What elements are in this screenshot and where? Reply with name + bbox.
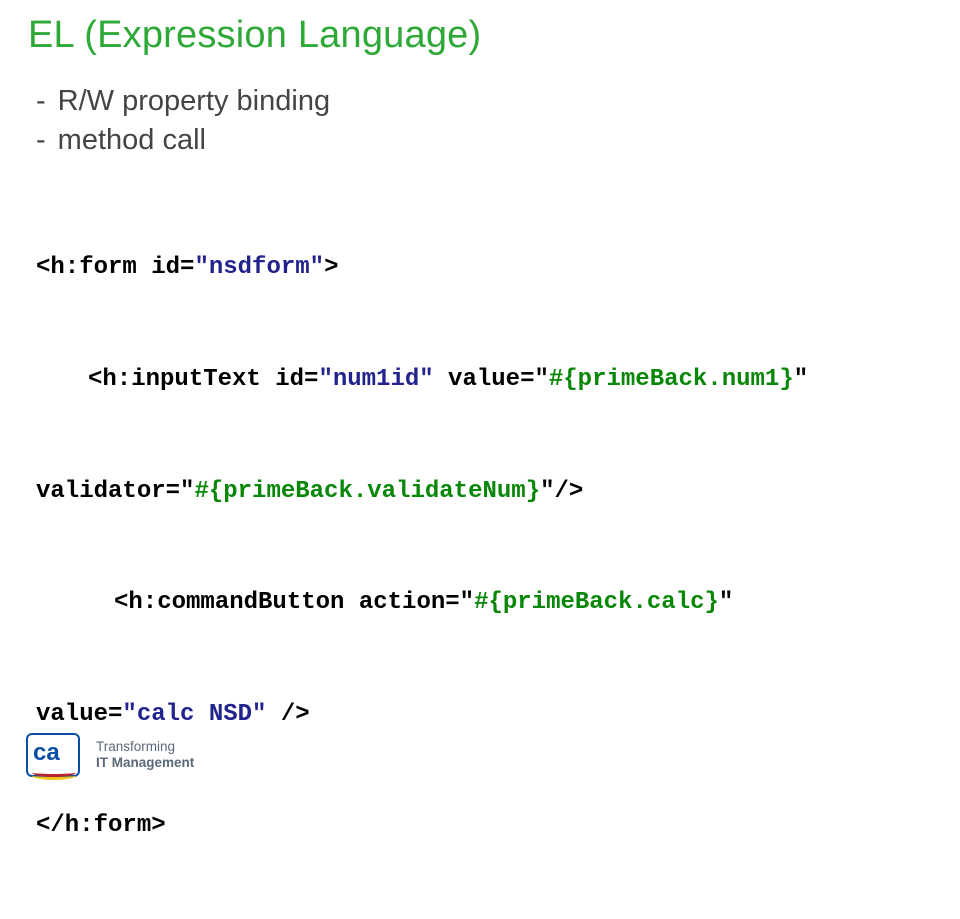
footer-tagline: Transforming IT Management	[96, 739, 194, 771]
logo-text: ca	[33, 741, 60, 765]
code-keyword: <h:commandButton action="	[114, 589, 474, 616]
bullet-2-text: method call	[58, 124, 206, 157]
tagline-line-1: Transforming	[96, 739, 194, 755]
bullet-2: - method call	[36, 124, 932, 157]
code-line-4: <h:commandButton action="#{primeBack.cal…	[36, 584, 932, 621]
bullet-dash-icon: -	[36, 85, 46, 118]
logo-swoosh-icon	[32, 766, 76, 776]
code-el-expression: #{primeBack.num1}	[549, 366, 794, 393]
code-text: validator="	[36, 478, 194, 505]
code-text: />	[266, 701, 309, 728]
code-text: "	[719, 589, 733, 616]
bullet-1: - R/W property binding	[36, 85, 932, 118]
code-keyword: <h:inputText id=	[88, 366, 318, 393]
code-line-2: <h:inputText id="num1id" value="#{primeB…	[36, 361, 932, 398]
bullet-1-text: R/W property binding	[58, 85, 330, 118]
bullet-dash-icon: -	[36, 124, 46, 157]
slide: EL (Expression Language) - R/W property …	[0, 0, 960, 795]
bullet-list: - R/W property binding - method call	[28, 85, 932, 157]
code-text: "/>	[540, 478, 583, 505]
ca-logo-icon: ca	[26, 733, 82, 777]
code-text: >	[324, 254, 338, 281]
code-el-expression: #{primeBack.validateNum}	[194, 478, 540, 505]
slide-title: EL (Expression Language)	[28, 14, 932, 57]
code-text: "	[794, 366, 808, 393]
code-line-1: <h:form id="nsdform">	[36, 249, 932, 286]
code-el-expression: #{primeBack.calc}	[474, 589, 719, 616]
code-string: "calc NSD"	[122, 701, 266, 728]
code-line-6: </h:form>	[36, 807, 932, 844]
tagline-line-2: IT Management	[96, 755, 194, 771]
code-string: "nsdform"	[194, 254, 324, 281]
code-text: value=	[36, 701, 122, 728]
code-text: value="	[434, 366, 549, 393]
code-string: "num1id"	[318, 366, 433, 393]
code-keyword: <h:form id=	[36, 254, 194, 281]
footer: ca Transforming IT Management	[26, 733, 194, 777]
code-line-3: validator="#{primeBack.validateNum}"/>	[36, 473, 932, 510]
logo-box: ca	[26, 733, 80, 777]
code-line-5: value="calc NSD" />	[36, 696, 932, 733]
code-snippet: <h:form id="nsdform"> <h:inputText id="n…	[28, 175, 932, 919]
